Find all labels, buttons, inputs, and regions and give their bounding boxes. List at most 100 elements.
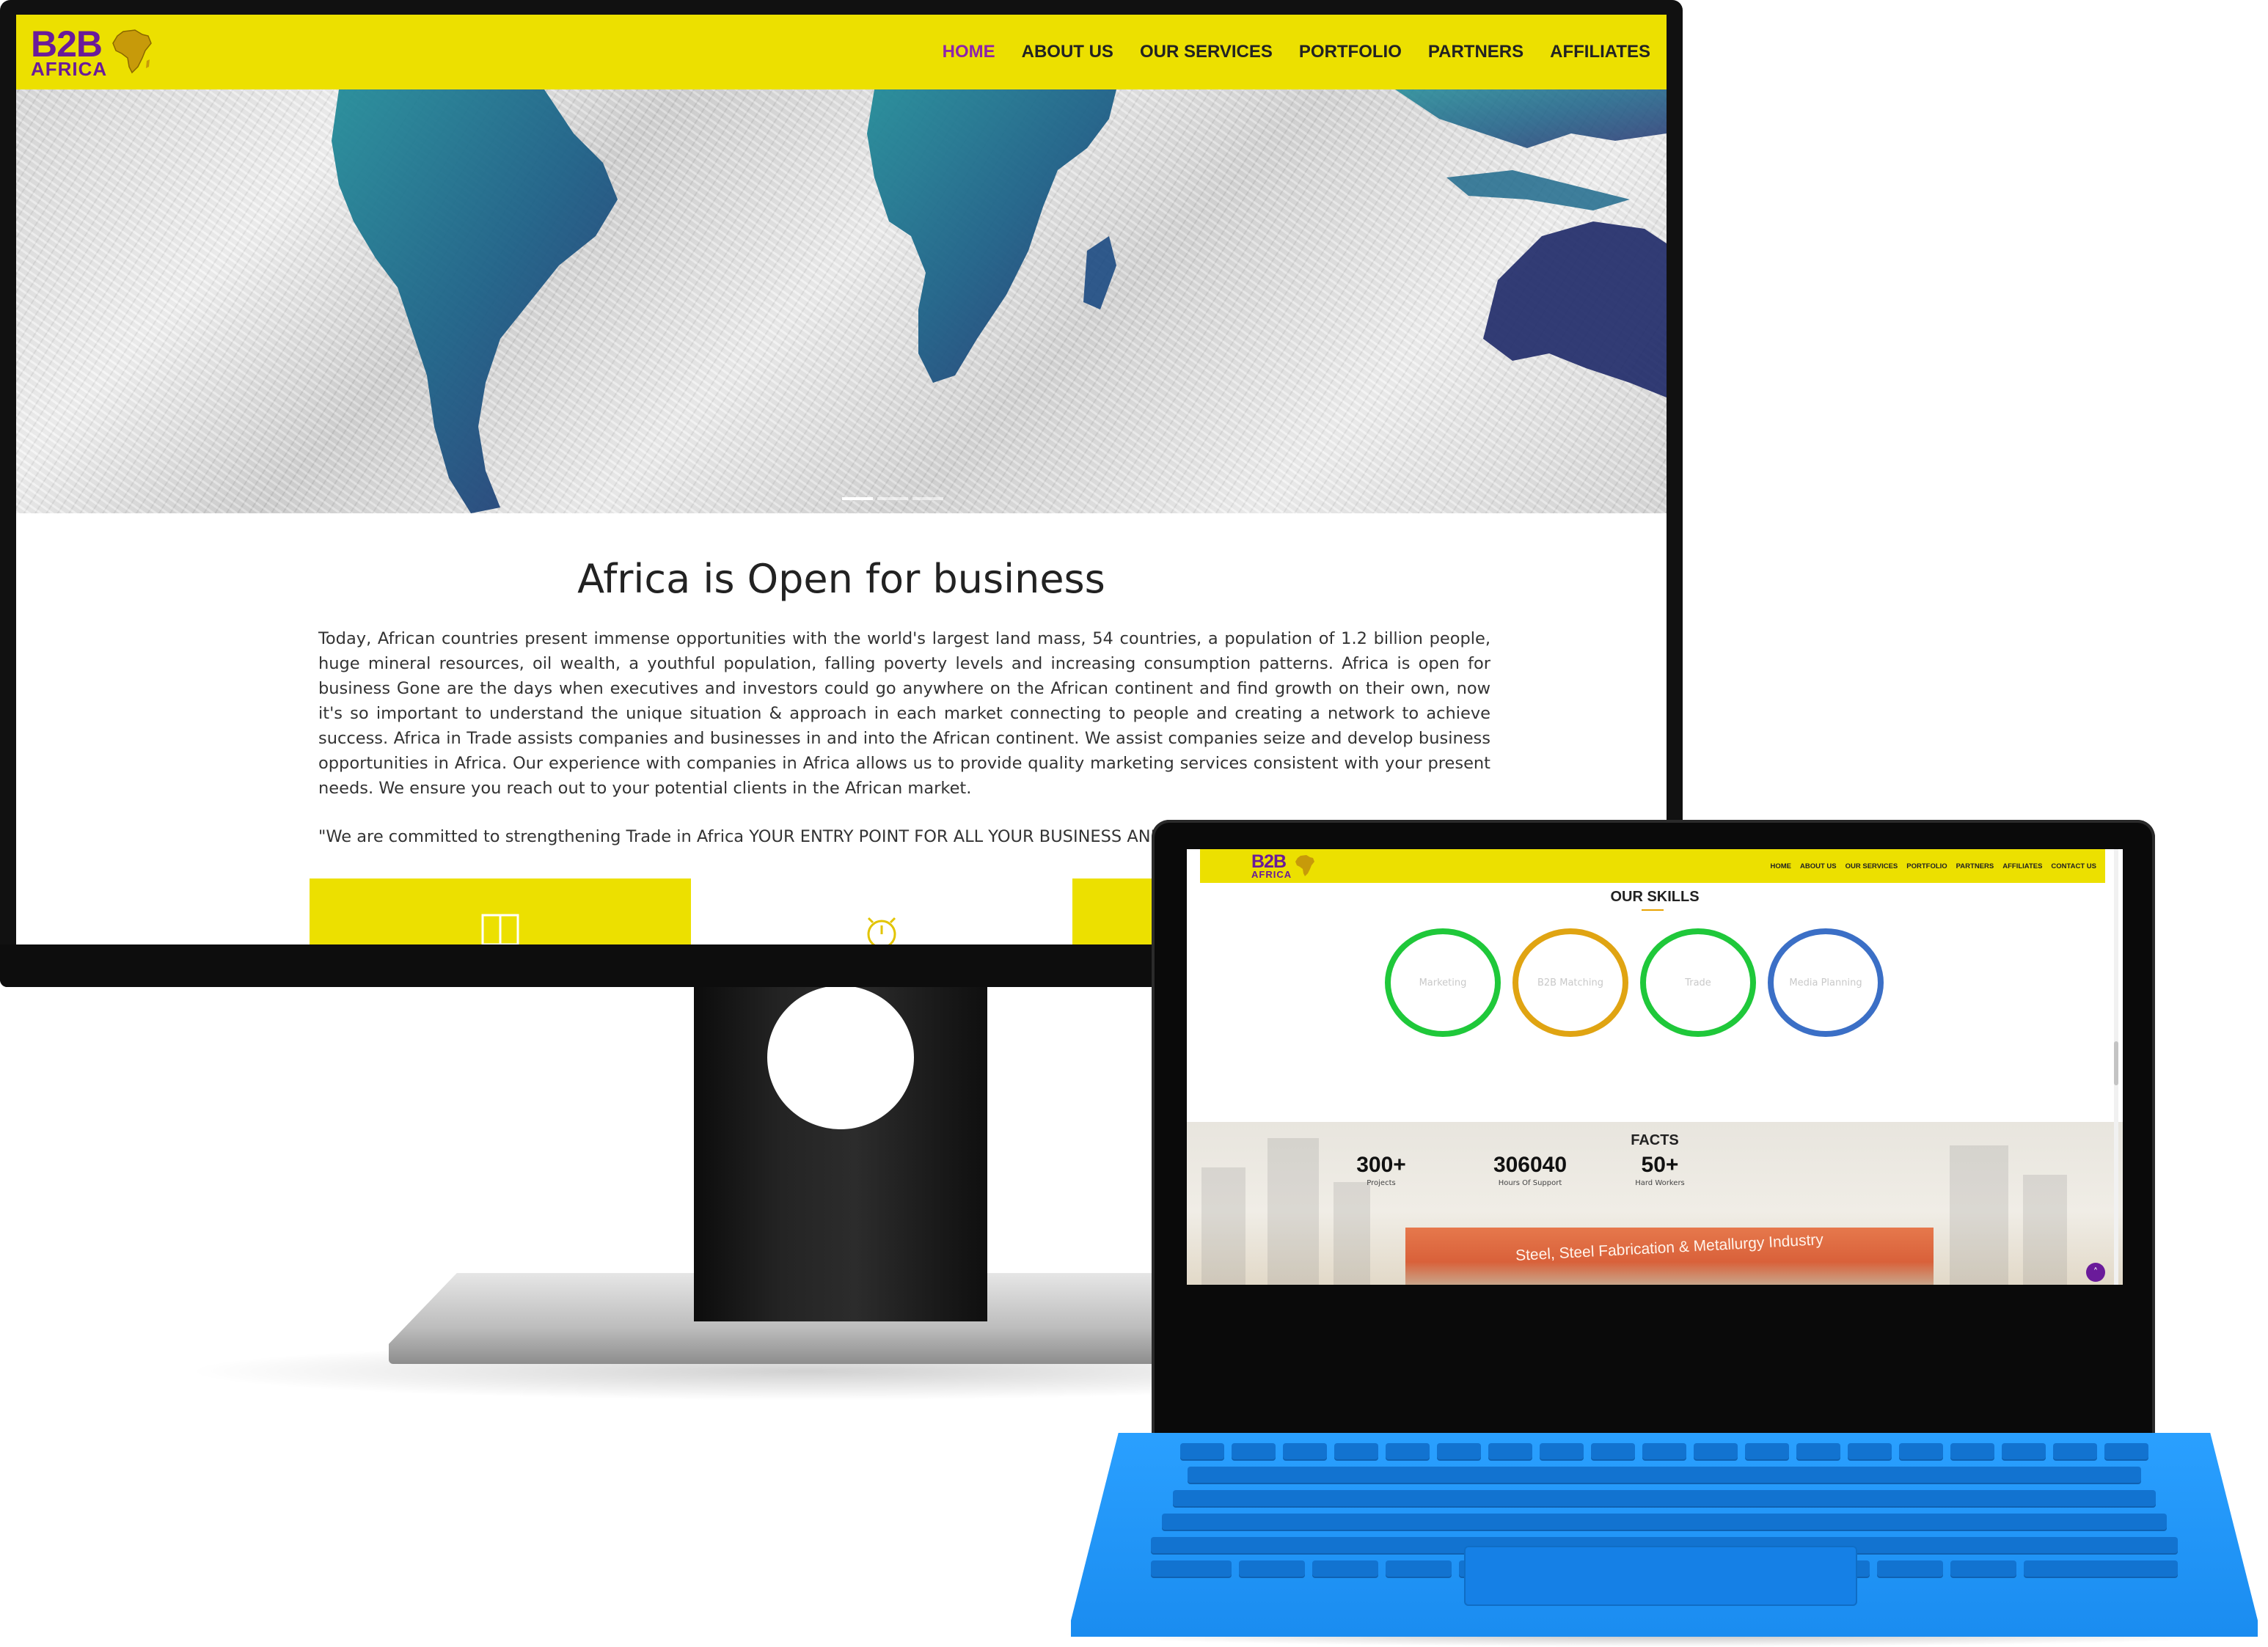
site-header: B2B AFRICA HOME ABOUT US OUR SERVICES PO… <box>16 15 1667 89</box>
nav-about-us[interactable]: ABOUT US <box>1022 42 1113 62</box>
stopwatch-icon <box>867 917 896 944</box>
key[interactable] <box>1745 1443 1789 1461</box>
key[interactable] <box>2053 1443 2097 1461</box>
fact-label: Hard Workers <box>1635 1179 1685 1187</box>
key[interactable] <box>1173 1490 2156 1508</box>
tablet-nav-home[interactable]: HOME <box>1771 862 1792 870</box>
facts-heading: FACTS <box>1631 1132 1679 1148</box>
fact-value: 306040 <box>1493 1153 1568 1177</box>
key[interactable] <box>2002 1443 2046 1461</box>
skill-label: Media Planning <box>1789 977 1862 988</box>
logo-b2b-text: B2B <box>31 23 103 65</box>
tablet-nav-affiliates[interactable]: AFFILIATES <box>2002 862 2042 870</box>
fact-label: Hours Of Support <box>1498 1179 1562 1187</box>
key[interactable] <box>1642 1443 1686 1461</box>
asia-fragment-shape <box>1395 89 1667 148</box>
skill-circle-marketing: Marketing <box>1385 928 1501 1037</box>
building-silhouette <box>1267 1138 1319 1285</box>
back-to-top-button[interactable]: ˄ <box>2086 1263 2105 1282</box>
feature-box-2[interactable] <box>698 878 1065 944</box>
arrow-keys[interactable] <box>2024 1560 2178 1578</box>
main-nav: HOME ABOUT US OUR SERVICES PORTFOLIO PAR… <box>943 42 1650 62</box>
tablet-nav-portfolio[interactable]: PORTFOLIO <box>1906 862 1947 870</box>
tablet-nav-contact-us[interactable]: CONTACT US <box>2051 862 2096 870</box>
tablet-site-header: B2B AFRICA HOME ABOUT US OUR SERVICES PO… <box>1200 849 2105 883</box>
nav-partners[interactable]: PARTNERS <box>1428 42 1523 62</box>
intro-quote: "We are committed to strengthening Trade… <box>318 827 1199 846</box>
key[interactable] <box>1162 1514 2167 1531</box>
key[interactable] <box>1899 1443 1943 1461</box>
slider-dot-3[interactable] <box>912 497 943 500</box>
key[interactable] <box>1334 1443 1378 1461</box>
key[interactable] <box>1796 1443 1840 1461</box>
tablet-logo-africa-text: AFRICA <box>1251 869 1292 880</box>
africa-shape <box>867 89 1116 383</box>
slider-pagination <box>842 497 943 500</box>
indonesia-shape <box>1446 170 1630 210</box>
key[interactable] <box>1540 1443 1584 1461</box>
intro-paragraph: Today, African countries present immense… <box>318 629 1490 798</box>
key[interactable] <box>1694 1443 1738 1461</box>
key[interactable] <box>1848 1443 1892 1461</box>
chevron-up-icon: ˄ <box>2093 1266 2099 1278</box>
key[interactable] <box>1591 1443 1635 1461</box>
key[interactable] <box>1437 1443 1481 1461</box>
building-silhouette <box>2023 1175 2067 1285</box>
slider-dot-2[interactable] <box>877 497 908 500</box>
feature-box-1[interactable] <box>310 878 691 944</box>
slider-dot-1[interactable] <box>842 497 873 500</box>
book-icon <box>481 914 519 944</box>
fact-projects: 300+ Projects <box>1326 1153 1436 1187</box>
site-logo[interactable]: B2B AFRICA <box>31 26 154 78</box>
skill-label: Trade <box>1685 977 1711 988</box>
building-silhouette <box>1201 1167 1245 1285</box>
tablet-nav-about-us[interactable]: ABOUT US <box>1800 862 1837 870</box>
tablet-nav-partners[interactable]: PARTNERS <box>1956 862 1994 870</box>
facts-section: FACTS 300+ Projects 306040 Hours Of Supp… <box>1187 1122 2123 1285</box>
skill-circle-media-planning: Media Planning <box>1768 928 1884 1037</box>
keyboard-row-function <box>1071 1443 2258 1461</box>
fact-hours-of-support: 306040 Hours Of Support <box>1471 1153 1589 1187</box>
skills-list: Marketing B2B Matching Trade Media Plann… <box>1385 928 1884 1037</box>
keyboard-row-home <box>1071 1514 2258 1531</box>
skill-label: Marketing <box>1419 977 1467 988</box>
australia-shape <box>1483 221 1667 397</box>
nav-our-services[interactable]: OUR SERVICES <box>1140 42 1273 62</box>
keyboard-row-qwerty <box>1071 1490 2258 1508</box>
key[interactable] <box>1386 1443 1430 1461</box>
key[interactable] <box>1188 1467 2141 1484</box>
fact-hard-workers: 50+ Hard Workers <box>1605 1153 1715 1187</box>
key[interactable] <box>1232 1443 1276 1461</box>
tablet-main-nav: HOME ABOUT US OUR SERVICES PORTFOLIO PAR… <box>1771 862 2097 870</box>
tablet-site-logo[interactable]: B2B AFRICA <box>1251 853 1316 879</box>
scrollbar-thumb[interactable] <box>2114 1041 2118 1085</box>
alt-gr-key[interactable] <box>1877 1560 1943 1578</box>
africa-map-icon <box>1295 855 1315 876</box>
tablet-nav-our-services[interactable]: OUR SERVICES <box>1846 862 1898 870</box>
windows-key[interactable] <box>1312 1560 1378 1578</box>
skills-heading-underline <box>1642 909 1664 911</box>
nav-portfolio[interactable]: PORTFOLIO <box>1299 42 1402 62</box>
key[interactable] <box>1950 1443 1994 1461</box>
type-cover-keyboard <box>1071 1433 2258 1637</box>
trackpad[interactable] <box>1464 1546 1857 1606</box>
monitor-stand-cable-hole <box>767 986 914 1129</box>
logo-africa-text: AFRICA <box>31 58 108 80</box>
ctrl-key[interactable] <box>1151 1560 1232 1578</box>
madagascar-shape <box>1083 236 1116 309</box>
monitor-screen: B2B AFRICA HOME ABOUT US OUR SERVICES PO… <box>16 15 1667 944</box>
hero-slider[interactable] <box>16 89 1667 513</box>
key[interactable] <box>1283 1443 1327 1461</box>
fact-value: 50+ <box>1641 1153 1679 1177</box>
key[interactable] <box>2104 1443 2148 1461</box>
fn-key[interactable] <box>1239 1560 1305 1578</box>
skill-label: B2B Matching <box>1537 977 1603 988</box>
menu-key[interactable] <box>1950 1560 2016 1578</box>
skill-circle-trade: Trade <box>1640 928 1756 1037</box>
key[interactable] <box>1180 1443 1224 1461</box>
nav-affiliates[interactable]: AFFILIATES <box>1550 42 1650 62</box>
key[interactable] <box>1488 1443 1532 1461</box>
nav-home[interactable]: HOME <box>943 42 995 62</box>
event-banner-text: Steel, Steel Fabrication & Metallurgy In… <box>1515 1231 1824 1264</box>
alt-key[interactable] <box>1386 1560 1452 1578</box>
